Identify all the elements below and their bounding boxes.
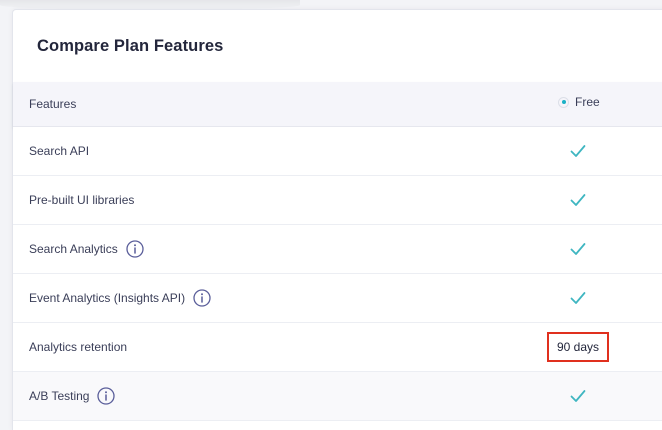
- table-row: Search Analytics: [13, 225, 662, 274]
- plan-cell: [533, 127, 623, 175]
- row-label: Search Analytics: [29, 225, 144, 273]
- feature-name: Search API: [29, 144, 90, 158]
- card-title: Compare Plan Features: [37, 37, 224, 55]
- retention-value: 90 days: [546, 332, 610, 362]
- table-row: Pre-built UI libraries: [13, 176, 662, 225]
- features-column-header: Features: [29, 97, 77, 111]
- row-label: Analytics retention: [29, 323, 127, 371]
- plan-cell: 90 days: [533, 323, 623, 371]
- plan-column-header: Free: [558, 95, 600, 109]
- row-label: A/B Testing: [29, 372, 116, 420]
- table-row: A/B Testing: [13, 372, 662, 421]
- info-icon[interactable]: [126, 240, 144, 258]
- feature-rows: Search API Pre-built UI libraries Search…: [13, 127, 662, 421]
- plan-cell: [533, 274, 623, 322]
- info-icon[interactable]: [193, 289, 211, 307]
- table-row: Search API: [13, 127, 662, 176]
- feature-name: Search Analytics: [29, 242, 118, 256]
- feature-name: Event Analytics (Insights API): [29, 291, 186, 305]
- row-label: Pre-built UI libraries: [29, 176, 134, 224]
- feature-name: A/B Testing: [29, 389, 90, 403]
- plan-cell: [533, 225, 623, 273]
- table-row: Event Analytics (Insights API): [13, 274, 662, 323]
- check-icon: [570, 194, 586, 206]
- check-icon: [570, 145, 586, 157]
- info-icon[interactable]: [97, 387, 116, 405]
- check-icon: [570, 390, 586, 402]
- table-row: Analytics retention 90 days: [13, 323, 662, 372]
- feature-name: Analytics retention: [29, 340, 128, 354]
- plan-indicator-icon: [558, 96, 569, 108]
- compare-plan-card: Compare Plan Features Features Free Sear…: [12, 9, 662, 430]
- row-label: Search API: [29, 127, 89, 175]
- plan-cell: [533, 176, 623, 224]
- plan-cell: [533, 372, 623, 420]
- check-icon: [570, 243, 586, 255]
- table-header: Features Free: [13, 82, 662, 127]
- check-icon: [570, 292, 586, 304]
- feature-name: Pre-built UI libraries: [29, 193, 135, 207]
- row-label: Event Analytics (Insights API): [29, 274, 211, 322]
- plan-name: Free: [575, 95, 600, 109]
